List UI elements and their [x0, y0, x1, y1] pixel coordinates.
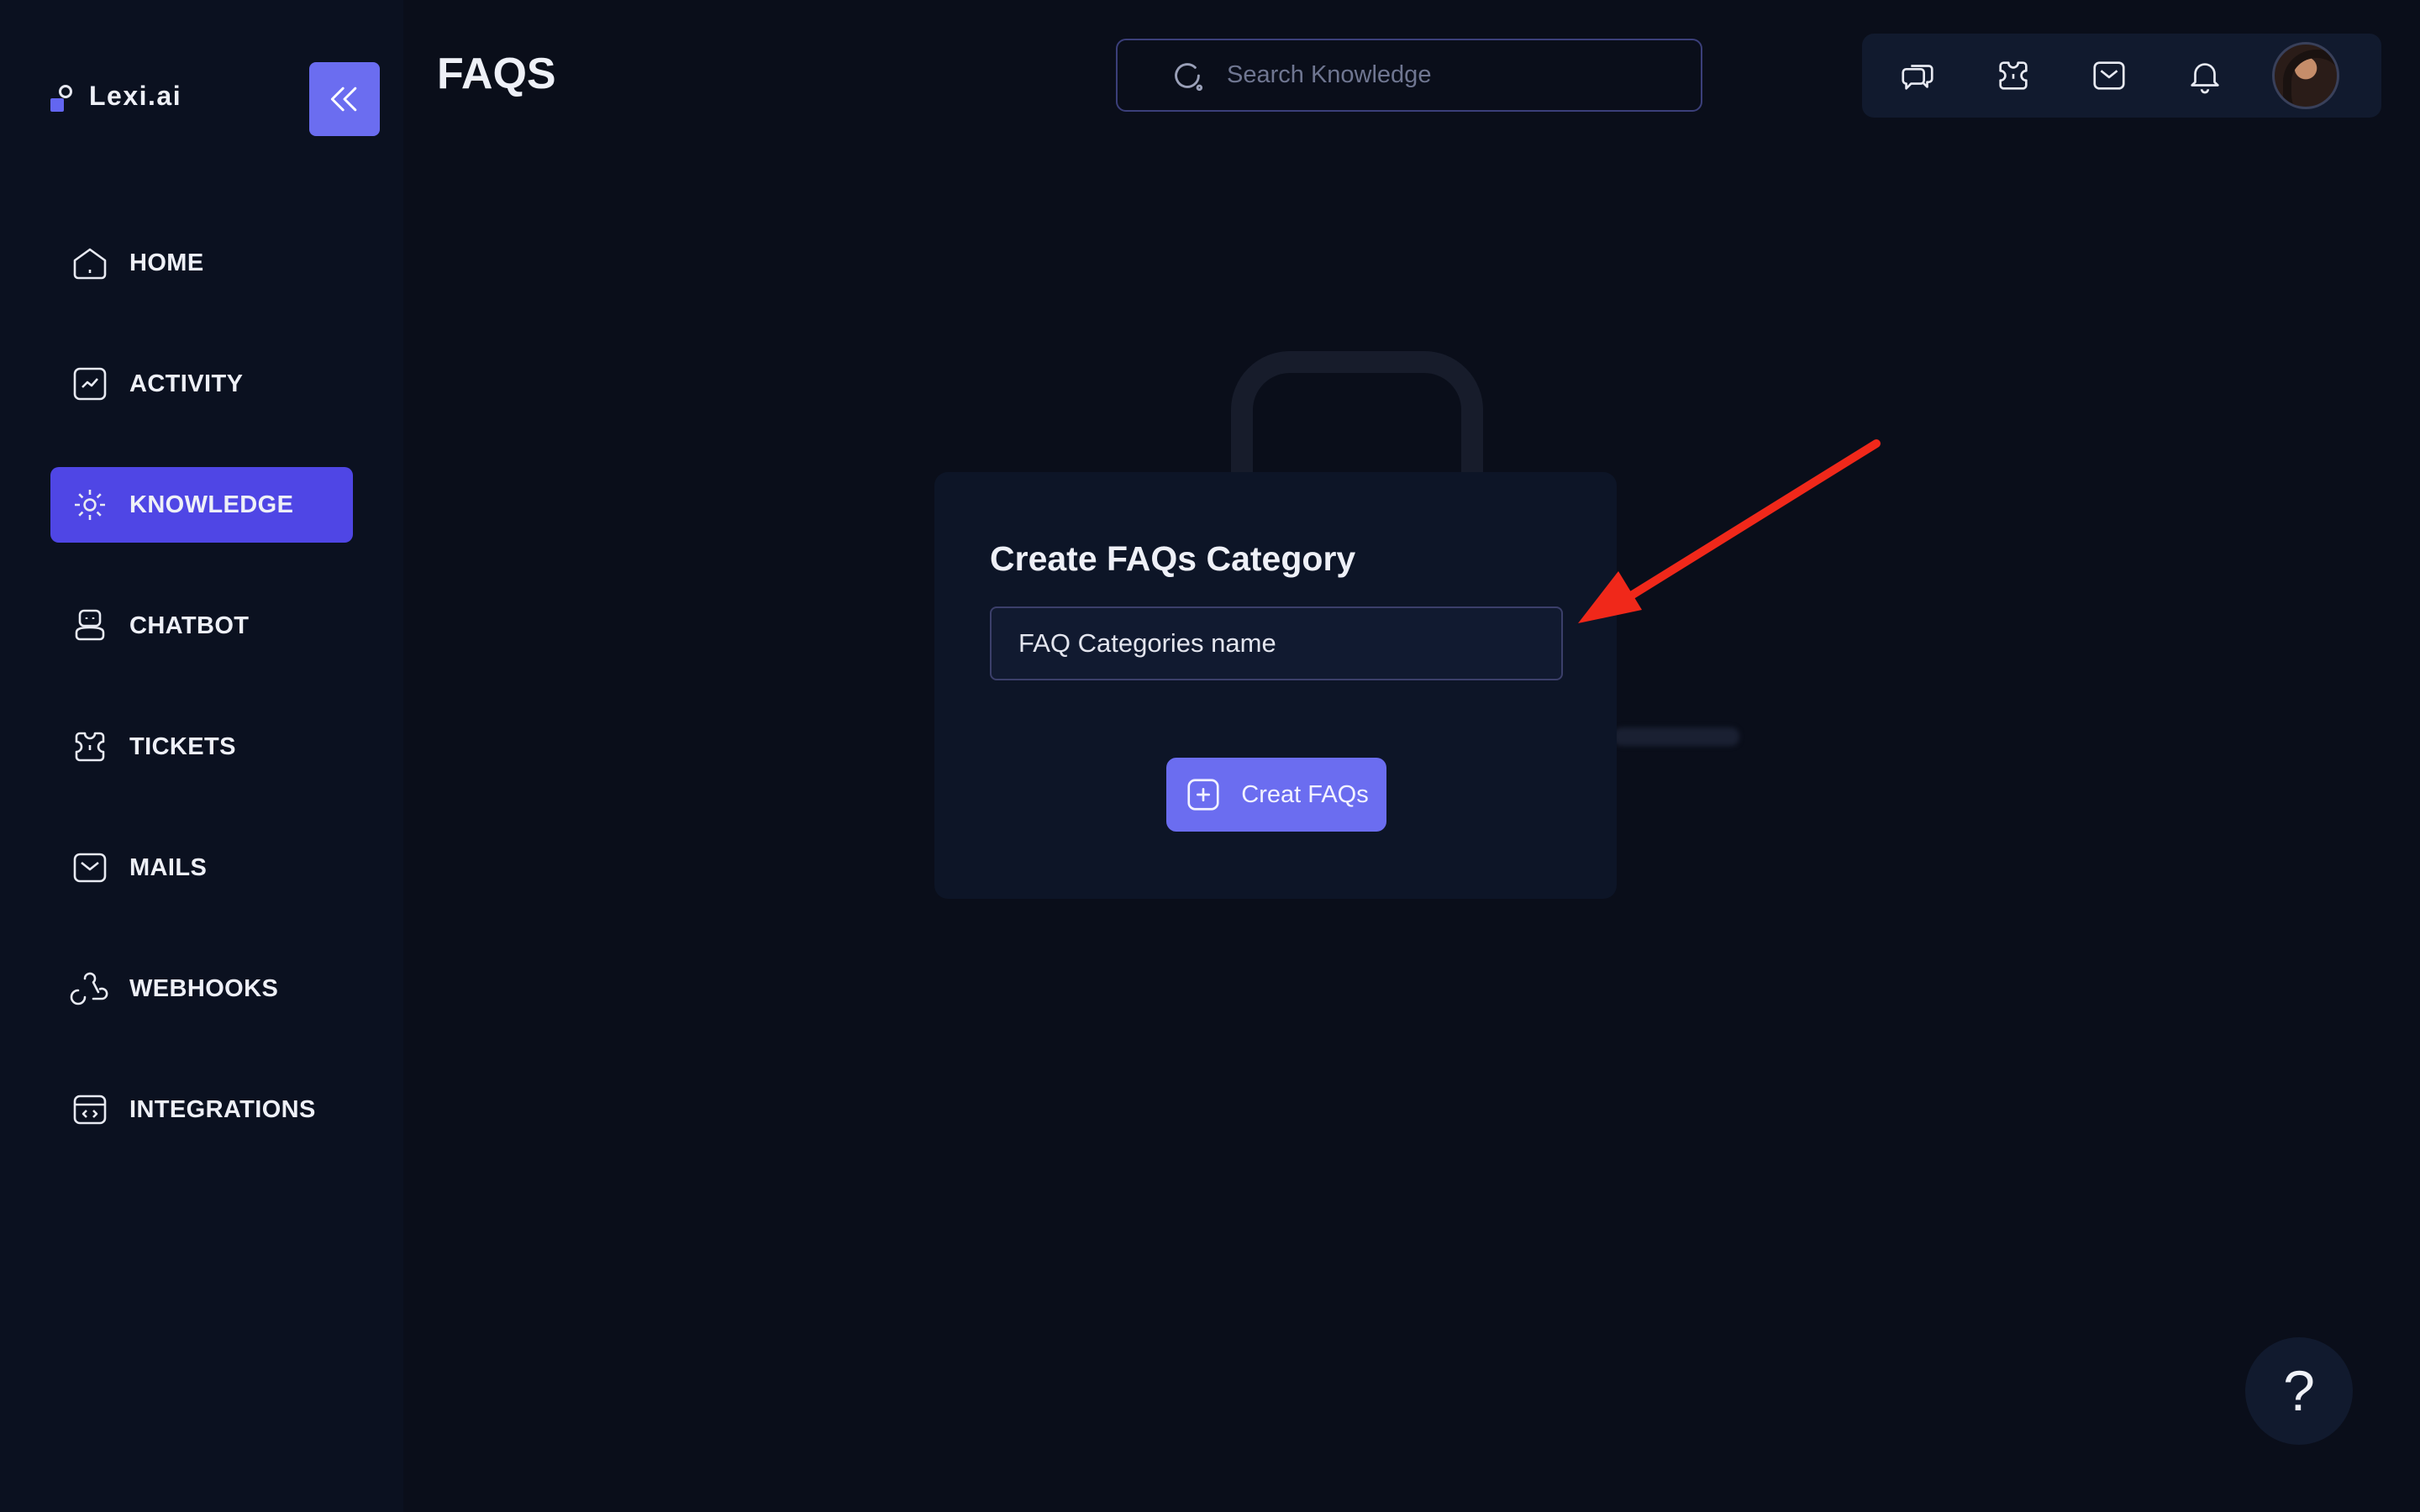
sidebar-item-label: HOME — [129, 249, 204, 276]
ticket-icon — [69, 726, 111, 768]
modal-title: Create FAQs Category — [990, 539, 1356, 578]
empty-state-text-blurred — [1613, 727, 1739, 746]
faq-category-name-input[interactable] — [990, 606, 1563, 680]
sidebar-item-integrations[interactable]: INTEGRATIONS — [50, 1072, 353, 1147]
sidebar-item-tickets[interactable]: TICKETS — [50, 709, 353, 785]
double-chevron-left-icon — [330, 87, 357, 112]
sidebar-item-label: WEBHOOKS — [129, 974, 279, 1002]
help-button[interactable]: ? — [2245, 1337, 2353, 1445]
mail-icon[interactable] — [2089, 55, 2129, 96]
sidebar-item-label: CHATBOT — [129, 612, 250, 639]
webhook-icon — [69, 968, 111, 1010]
mail-icon — [69, 847, 111, 889]
page-title: FAQS — [437, 50, 556, 98]
sidebar-item-activity[interactable]: ACTIVITY — [50, 346, 353, 422]
collapse-sidebar-button[interactable] — [309, 62, 380, 136]
activity-icon — [69, 363, 111, 405]
sidebar-item-knowledge[interactable]: KNOWLEDGE — [50, 467, 353, 543]
search-bar[interactable] — [1116, 39, 1702, 112]
plus-square-icon — [1187, 779, 1219, 811]
create-faqs-button[interactable]: Creat FAQs — [1166, 758, 1386, 832]
sidebar-item-webhooks[interactable]: WEBHOOKS — [50, 951, 353, 1026]
create-faq-category-modal: Create FAQs Category Creat FAQs — [934, 472, 1617, 899]
avatar[interactable] — [2272, 42, 2339, 109]
sidebar-item-label: INTEGRATIONS — [129, 1095, 316, 1123]
sidebar: Lexi.ai HOME ACTIVITY KNOWLEDGE CHATBOT … — [0, 0, 403, 1512]
sidebar-item-chatbot[interactable]: CHATBOT — [50, 588, 353, 664]
sidebar-item-home[interactable]: HOME — [50, 225, 353, 301]
home-icon — [69, 242, 111, 284]
brand-name: Lexi.ai — [89, 81, 182, 111]
integrations-icon — [69, 1089, 111, 1131]
chatbot-icon — [69, 605, 111, 647]
chat-bubbles-icon[interactable] — [1897, 55, 1938, 96]
ticket-icon[interactable] — [1993, 55, 2033, 96]
search-icon — [1175, 62, 1203, 91]
brand-logo-icon — [49, 81, 72, 112]
sidebar-item-label: ACTIVITY — [129, 370, 244, 397]
sidebar-item-label: KNOWLEDGE — [129, 491, 294, 518]
annotation-arrow — [1578, 439, 1881, 623]
sidebar-item-mails[interactable]: MAILS — [50, 830, 353, 906]
brand[interactable]: Lexi.ai — [49, 81, 182, 112]
search-input[interactable] — [1227, 61, 1664, 89]
bell-icon[interactable] — [2185, 55, 2225, 96]
sidebar-item-label: TICKETS — [129, 732, 236, 760]
top-actions-bar — [1862, 34, 2381, 118]
sidebar-item-label: MAILS — [129, 853, 208, 881]
create-faqs-button-label: Creat FAQs — [1241, 780, 1369, 808]
knowledge-icon — [69, 484, 111, 526]
sidebar-nav: HOME ACTIVITY KNOWLEDGE CHATBOT TICKETS — [50, 225, 353, 1193]
